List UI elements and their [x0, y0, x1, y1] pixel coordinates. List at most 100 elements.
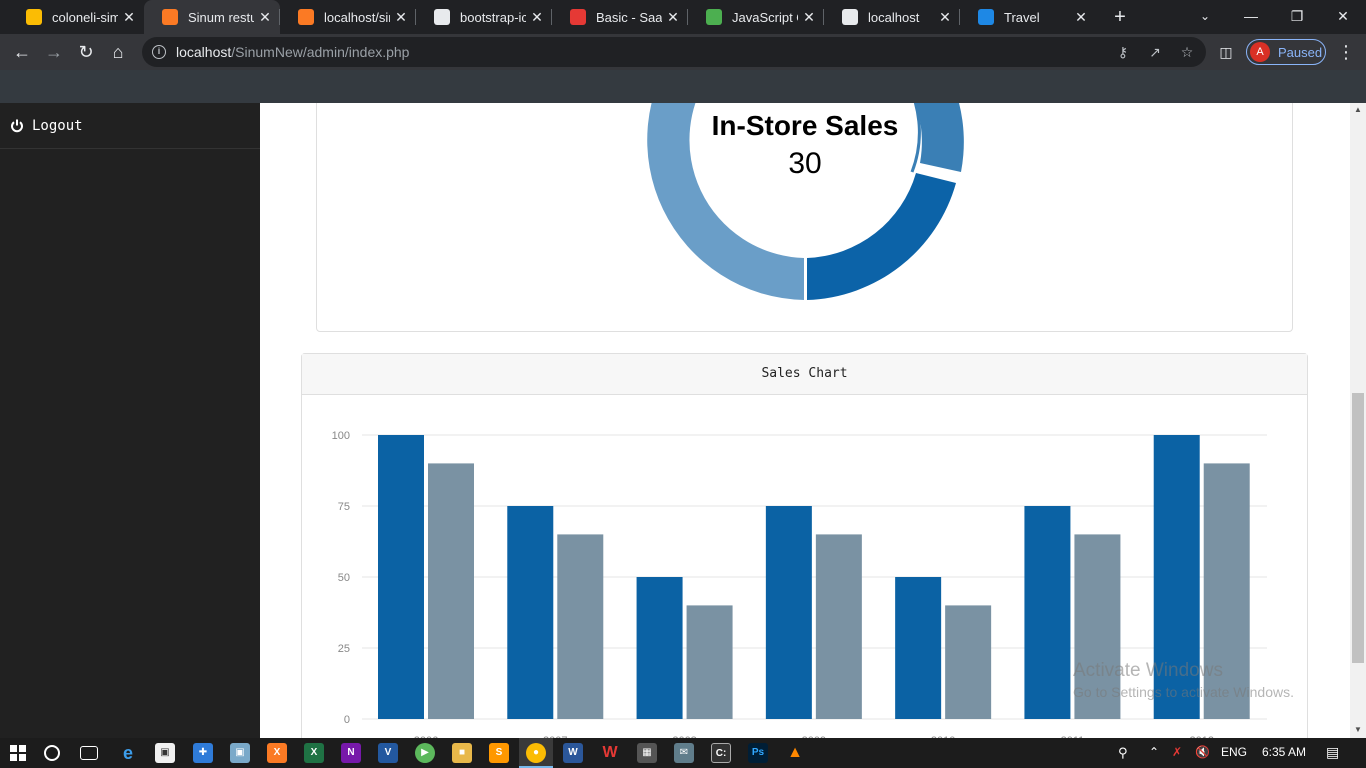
browser-tab[interactable]: JavaScript Ob✕: [688, 0, 824, 34]
search-icon[interactable]: [44, 745, 60, 761]
file-explorer-icon[interactable]: ■: [452, 743, 472, 763]
forward-icon[interactable]: →: [40, 38, 68, 66]
tab-close-icon[interactable]: ✕: [662, 9, 684, 26]
chrome-icon[interactable]: ●: [526, 743, 546, 763]
activate-windows-watermark: Activate Windows Go to Settings to activ…: [1073, 660, 1294, 700]
onenote-icon[interactable]: N: [341, 743, 361, 763]
tab-separator: [823, 9, 824, 25]
people-icon[interactable]: ⚲: [1118, 745, 1128, 761]
bar-series-2[interactable]: [815, 534, 862, 719]
profile-button[interactable]: A Paused: [1246, 39, 1326, 65]
language-indicator[interactable]: ENG: [1221, 745, 1247, 759]
bar-series-1[interactable]: [507, 506, 554, 719]
app-icon[interactable]: ▶: [415, 743, 435, 763]
tab-title: JavaScript Ob: [732, 9, 798, 25]
windows-start-icon[interactable]: [10, 745, 26, 761]
reload-icon[interactable]: ↻: [72, 38, 100, 66]
tab-title: coloneli-simp: [52, 9, 118, 25]
bar-series-2[interactable]: [557, 534, 604, 719]
browser-tab[interactable]: Sinum restura✕: [144, 0, 280, 34]
tab-title: Travel: [1004, 9, 1040, 25]
tab-close-icon[interactable]: ✕: [254, 9, 276, 26]
scroll-down-icon[interactable]: ▼: [1350, 723, 1366, 737]
xampp-icon[interactable]: X: [267, 743, 287, 763]
bar-series-1[interactable]: [378, 435, 424, 719]
logout-link[interactable]: Logout: [0, 103, 260, 149]
bookmark-star-icon[interactable]: ☆: [1178, 43, 1196, 61]
bar-series-2[interactable]: [686, 605, 733, 719]
url-text[interactable]: localhost/SinumNew/admin/index.php: [176, 44, 409, 60]
tab-search-icon[interactable]: ⌄: [1182, 0, 1228, 34]
address-bar[interactable]: i localhost/SinumNew/admin/index.php ⚷ ↗…: [142, 37, 1206, 67]
calculator-icon[interactable]: ▦: [637, 743, 657, 763]
tab-close-icon[interactable]: ✕: [390, 9, 412, 26]
wps-icon[interactable]: W: [600, 743, 620, 763]
clock[interactable]: 6:35 AM: [1262, 745, 1306, 759]
y-tick-label: 50: [338, 572, 350, 584]
new-tab-button[interactable]: +: [1108, 5, 1132, 29]
mail-icon[interactable]: ✉: [674, 743, 694, 763]
xampp-icon: [298, 9, 314, 25]
tab-close-icon[interactable]: ✕: [934, 9, 956, 26]
side-panel-icon[interactable]: ◫: [1212, 38, 1240, 66]
y-tick-label: 25: [338, 643, 350, 655]
close-window-icon[interactable]: ✕: [1320, 0, 1366, 34]
page-scrollbar[interactable]: ▲ ▼: [1350, 103, 1366, 738]
defender-icon[interactable]: ✚: [193, 743, 213, 763]
bar-series-1[interactable]: [895, 577, 942, 719]
globe-icon: [434, 9, 450, 25]
browser-tab[interactable]: Basic - SaaS L✕: [552, 0, 688, 34]
sales-chart-header: Sales Chart: [302, 354, 1307, 395]
tray-overflow-icon[interactable]: ⌃: [1149, 745, 1159, 759]
network-icon[interactable]: ✗: [1172, 745, 1182, 759]
vlc-icon[interactable]: ▲: [785, 743, 805, 763]
bar-series-2[interactable]: [945, 605, 992, 719]
volume-muted-icon[interactable]: 🔇: [1195, 745, 1210, 759]
cmd-icon[interactable]: C:: [711, 743, 731, 763]
photos-icon[interactable]: ▣: [230, 743, 250, 763]
y-tick-label: 75: [338, 501, 350, 513]
tab-close-icon[interactable]: ✕: [1070, 9, 1092, 26]
menu-dots-icon[interactable]: ⋮: [1336, 38, 1356, 66]
browser-tab[interactable]: localhost ✕: [824, 0, 960, 34]
site-info-icon[interactable]: i: [152, 45, 166, 59]
edge-icon[interactable]: e: [118, 743, 138, 763]
task-view-icon[interactable]: [80, 746, 98, 760]
tab-separator: [279, 9, 280, 25]
globe-icon: [842, 9, 858, 25]
donut-title: In-Store Sales: [711, 110, 899, 141]
browser-tab[interactable]: Travel ✕: [960, 0, 1096, 34]
home-icon[interactable]: ⌂: [104, 38, 132, 66]
excel-icon[interactable]: X: [304, 743, 324, 763]
tab-title: localhost/sinu: [324, 9, 390, 25]
power-icon: [11, 119, 23, 132]
tab-close-icon[interactable]: ✕: [526, 9, 548, 26]
tab-close-icon[interactable]: ✕: [118, 9, 140, 26]
scroll-up-icon[interactable]: ▲: [1350, 103, 1366, 117]
browser-tab[interactable]: localhost/sinu✕: [280, 0, 416, 34]
minimize-icon[interactable]: —: [1228, 0, 1274, 34]
vscode-icon[interactable]: V: [378, 743, 398, 763]
tab-title: Sinum restura: [188, 9, 254, 25]
back-icon[interactable]: ←: [8, 38, 36, 66]
bar-series-2[interactable]: [428, 463, 474, 719]
bar-series-1[interactable]: [765, 506, 812, 719]
photoshop-icon[interactable]: Ps: [748, 743, 768, 763]
key-icon[interactable]: ⚷: [1114, 43, 1132, 61]
browser-tab[interactable]: bootstrap-ico✕: [416, 0, 552, 34]
share-icon[interactable]: ↗: [1146, 43, 1164, 61]
scroll-thumb[interactable]: [1352, 393, 1364, 663]
y-tick-label: 100: [332, 430, 350, 442]
browser-toolbar: ← → ↻ ⌂ i localhost/SinumNew/admin/index…: [0, 34, 1366, 70]
store-icon[interactable]: ▣: [155, 743, 175, 763]
notifications-icon[interactable]: ▤: [1326, 744, 1339, 761]
bar-series-1[interactable]: [636, 577, 683, 719]
bar-series-1[interactable]: [1024, 506, 1071, 719]
tab-close-icon[interactable]: ✕: [798, 9, 820, 26]
sublime-icon[interactable]: S: [489, 743, 509, 763]
browser-tab[interactable]: coloneli-simp✕: [8, 0, 144, 34]
word-icon[interactable]: W: [563, 743, 583, 763]
restore-icon[interactable]: ❐: [1274, 0, 1320, 34]
tab-separator: [415, 9, 416, 25]
tab-separator: [687, 9, 688, 25]
